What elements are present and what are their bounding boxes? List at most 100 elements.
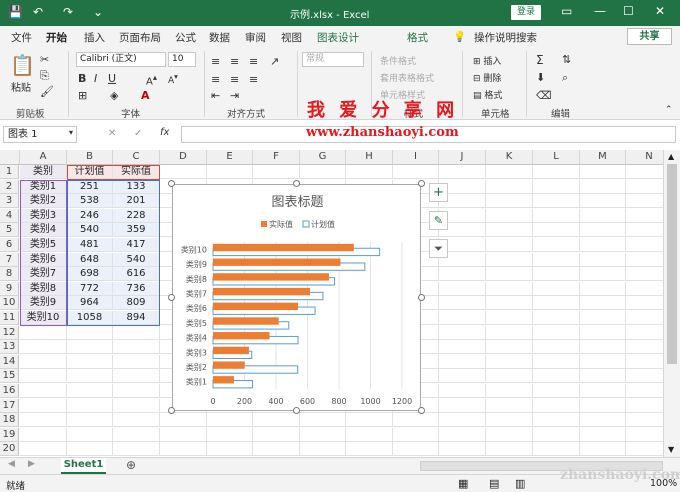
cell-d1[interactable]	[160, 165, 207, 179]
cell-a6[interactable]: 类别5	[20, 238, 67, 252]
cell-m9[interactable]	[580, 281, 626, 296]
cell-g20[interactable]	[300, 442, 346, 457]
cell-n20[interactable]	[626, 442, 663, 457]
maximize-icon[interactable]: ☐	[623, 4, 634, 18]
cell-c1[interactable]: 实际值	[113, 165, 160, 179]
cell-b6[interactable]: 481	[67, 238, 113, 252]
find-select-icon[interactable]: ⌕	[562, 71, 568, 85]
cell-c6[interactable]: 417	[113, 238, 160, 252]
cell-c17[interactable]	[113, 398, 160, 413]
cell-n16[interactable]	[626, 384, 663, 398]
cell-b10[interactable]: 964	[67, 296, 113, 311]
cell-e18[interactable]	[207, 413, 253, 428]
cell-m12[interactable]	[580, 325, 626, 340]
cell-a17[interactable]	[20, 398, 67, 413]
orientation-icon[interactable]: ↗	[270, 55, 279, 68]
column-header-d[interactable]: D	[160, 150, 207, 165]
resize-handle[interactable]	[418, 407, 425, 414]
add-sheet-icon[interactable]: ⊕	[126, 458, 136, 472]
resize-handle[interactable]	[293, 407, 300, 414]
row-header-15[interactable]: 15	[0, 369, 19, 384]
cell-b20[interactable]	[67, 442, 113, 457]
cell-g1[interactable]	[300, 165, 346, 179]
page-layout-view-icon[interactable]: ▤	[489, 477, 499, 490]
conditional-format-button[interactable]: 条件格式	[380, 54, 416, 67]
cell-c9[interactable]: 736	[113, 281, 160, 296]
cell-l11[interactable]	[533, 311, 580, 325]
row-header-19[interactable]: 19	[0, 427, 19, 442]
cell-l20[interactable]	[533, 442, 580, 457]
cell-i19[interactable]	[393, 427, 439, 442]
cell-i1[interactable]	[393, 165, 439, 179]
align-center-icon[interactable]: ≡	[230, 73, 239, 86]
resize-handle[interactable]	[418, 180, 425, 187]
cell-k20[interactable]	[486, 442, 533, 457]
cell-a10[interactable]: 类别9	[20, 296, 67, 311]
chart-styles-button[interactable]: ✎	[429, 211, 448, 230]
cell-l9[interactable]	[533, 281, 580, 296]
cell-a20[interactable]	[20, 442, 67, 457]
tab-chart-design[interactable]: 图表设计	[317, 30, 359, 45]
cell-f19[interactable]	[253, 427, 300, 442]
login-button[interactable]: 登录	[511, 5, 541, 20]
cell-n13[interactable]	[626, 340, 663, 355]
cell-k3[interactable]	[486, 194, 533, 209]
decrease-indent-icon[interactable]: ⇤	[211, 89, 220, 102]
resize-handle[interactable]	[293, 180, 300, 187]
align-bottom-icon[interactable]: ≡	[249, 55, 258, 68]
cell-m1[interactable]	[580, 165, 626, 179]
cell-m11[interactable]	[580, 311, 626, 325]
tab-file[interactable]: 文件	[11, 30, 32, 45]
scroll-up-icon[interactable]: ▲	[668, 152, 674, 161]
cell-k9[interactable]	[486, 281, 533, 296]
column-header-m[interactable]: M	[580, 150, 626, 165]
row-header-18[interactable]: 18	[0, 413, 19, 428]
row-header-10[interactable]: 10	[0, 296, 19, 311]
cell-c20[interactable]	[113, 442, 160, 457]
autosum-icon[interactable]: Σ	[536, 53, 544, 67]
cell-l1[interactable]	[533, 165, 580, 179]
tab-view[interactable]: 视图	[281, 30, 302, 45]
name-box-dropdown-icon[interactable]: ▾	[69, 128, 73, 137]
cell-b19[interactable]	[67, 427, 113, 442]
cell-b3[interactable]: 538	[67, 194, 113, 209]
cell-n3[interactable]	[626, 194, 663, 209]
cell-k12[interactable]	[486, 325, 533, 340]
cell-e1[interactable]	[207, 165, 253, 179]
cell-b7[interactable]: 648	[67, 252, 113, 267]
column-header-h[interactable]: H	[346, 150, 393, 165]
cell-l4[interactable]	[533, 208, 580, 223]
cell-k16[interactable]	[486, 384, 533, 398]
cell-c12[interactable]	[113, 325, 160, 340]
cancel-icon[interactable]: ✕	[108, 128, 116, 139]
cell-a5[interactable]: 类别4	[20, 223, 67, 238]
cell-c19[interactable]	[113, 427, 160, 442]
cell-f18[interactable]	[253, 413, 300, 428]
cell-m18[interactable]	[580, 413, 626, 428]
cell-l19[interactable]	[533, 427, 580, 442]
cell-d18[interactable]	[160, 413, 207, 428]
cell-b13[interactable]	[67, 340, 113, 355]
cell-m5[interactable]	[580, 223, 626, 238]
cell-f1[interactable]	[253, 165, 300, 179]
cell-k19[interactable]	[486, 427, 533, 442]
underline-button[interactable]: U	[108, 72, 116, 85]
cell-n19[interactable]	[626, 428, 663, 442]
scroll-thumb[interactable]	[667, 164, 677, 364]
cell-f20[interactable]	[253, 442, 300, 457]
cell-m13[interactable]	[580, 340, 626, 355]
cell-a8[interactable]: 类别7	[20, 267, 67, 282]
redo-icon[interactable]: ↷	[63, 5, 73, 19]
cell-a16[interactable]	[20, 384, 67, 398]
cell-j17[interactable]	[439, 398, 486, 413]
column-header-a[interactable]: A	[20, 150, 67, 165]
cell-j18[interactable]	[439, 413, 486, 428]
resize-handle[interactable]	[168, 407, 175, 414]
cell-a11[interactable]: 类别10	[20, 311, 67, 325]
cell-n9[interactable]	[626, 282, 663, 296]
cell-a3[interactable]: 类别2	[20, 194, 67, 209]
fill-color-icon[interactable]: ◈	[110, 89, 118, 102]
cell-n12[interactable]	[626, 326, 663, 340]
row-header-5[interactable]: 5	[0, 223, 19, 238]
cell-b1[interactable]: 计划值	[67, 165, 113, 179]
